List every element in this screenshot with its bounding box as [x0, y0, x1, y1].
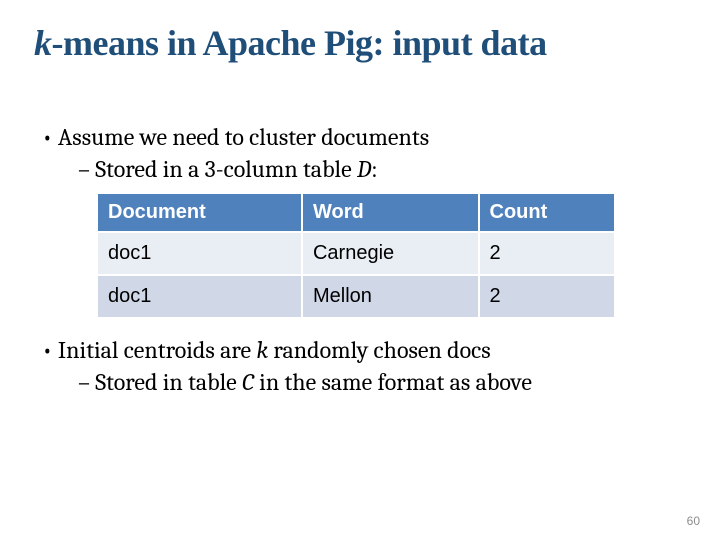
table-header-row: Document Word Count — [97, 193, 615, 232]
bullet-2-post: randomly chosen docs — [268, 336, 491, 364]
slide-body: Assume we need to cluster documents Stor… — [36, 122, 686, 401]
title-k-italic: k — [34, 23, 52, 63]
bullet-1a: Stored in a 3-column table D: — [96, 154, 686, 184]
bullet-2a: Stored in table C in the same format as … — [96, 367, 686, 397]
title-rest: -means in Apache Pig: input data — [52, 23, 547, 63]
bullet-1a-pre: Stored in a 3-column table — [95, 155, 357, 183]
bullet-1a-italic: D — [357, 155, 371, 183]
slide-title: k-means in Apache Pig: input data — [34, 22, 547, 64]
slide: k-means in Apache Pig: input data Assume… — [0, 0, 720, 540]
bullet-1-text: Assume we need to cluster documents — [58, 123, 429, 151]
cell-word: Mellon — [302, 275, 479, 318]
cell-doc: doc1 — [97, 232, 302, 275]
table-row: doc1 Carnegie 2 — [97, 232, 615, 275]
bullet-2: Initial centroids are k randomly chosen … — [60, 335, 686, 365]
th-word: Word — [302, 193, 479, 232]
bullet-2-pre: Initial centroids are — [58, 336, 256, 364]
page-number: 60 — [687, 514, 700, 528]
bullet-1: Assume we need to cluster documents — [60, 122, 686, 152]
bullet-2a-post: in the same format as above — [254, 368, 532, 396]
cell-doc: doc1 — [97, 275, 302, 318]
cell-word: Carnegie — [302, 232, 479, 275]
bullet-2a-pre: Stored in table — [95, 368, 242, 396]
data-table: Document Word Count doc1 Carnegie 2 doc1… — [96, 192, 616, 319]
bullet-1a-post: : — [371, 155, 377, 183]
th-document: Document — [97, 193, 302, 232]
table-row: doc1 Mellon 2 — [97, 275, 615, 318]
bullet-2a-italic: C — [242, 368, 254, 396]
th-count: Count — [479, 193, 616, 232]
table-wrap: Document Word Count doc1 Carnegie 2 doc1… — [96, 192, 686, 319]
bullet-2-italic: k — [256, 336, 268, 364]
cell-count: 2 — [479, 232, 616, 275]
cell-count: 2 — [479, 275, 616, 318]
